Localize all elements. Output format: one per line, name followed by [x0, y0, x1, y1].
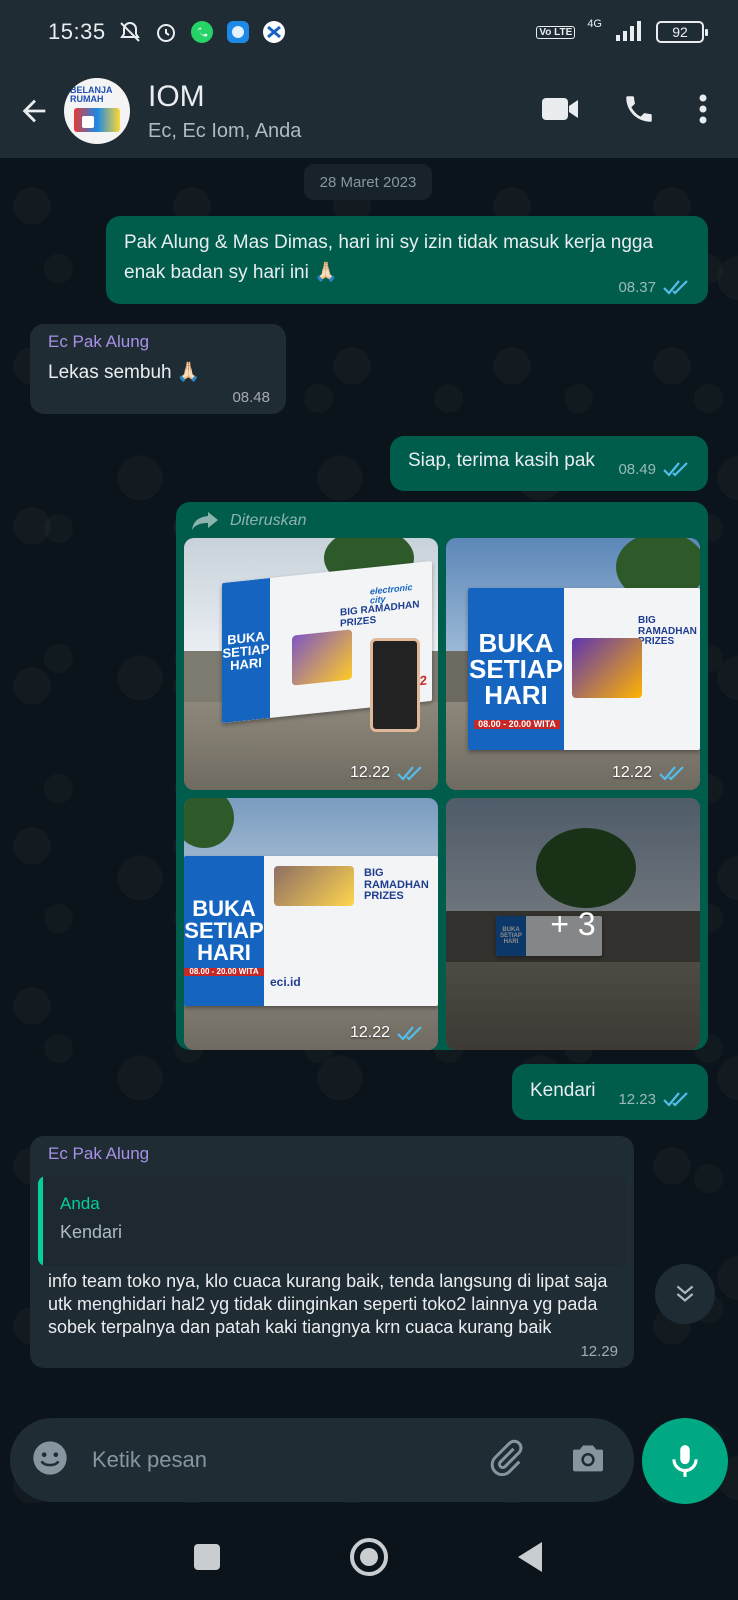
video-call-button[interactable] — [540, 94, 580, 129]
photo-thumbnail-more[interactable]: BUKA SETIAP HARI + 3 — [446, 798, 700, 1050]
banner-brand: electronic city — [370, 582, 413, 606]
message-text: info team toko nya, klo cuaca kurang bai… — [48, 1271, 608, 1337]
message-time: 08.48 — [232, 389, 270, 406]
chat-area[interactable]: 28 Maret 2023 Pak Alung & Mas Dimas, har… — [0, 158, 738, 1503]
read-ticks-icon — [397, 1026, 422, 1041]
mic-icon — [672, 1445, 698, 1477]
mute-bell-icon — [118, 20, 142, 44]
photo-time: 12.22 — [349, 764, 390, 781]
battery-indicator: 92 — [656, 21, 708, 43]
volte-badge: Vo LTE — [536, 25, 576, 39]
recent-apps-button[interactable] — [194, 1544, 220, 1570]
photo-time: 12.22 — [611, 764, 652, 781]
banner-left-text: BUKA SETIAP HARI — [222, 577, 270, 724]
quote-text: Kendari — [60, 1222, 123, 1242]
quote-author: Anda — [60, 1194, 100, 1213]
more-options-button[interactable] — [698, 93, 708, 130]
emoji-button[interactable] — [30, 1438, 70, 1483]
attach-button[interactable] — [486, 1438, 526, 1483]
attach-icon — [490, 1439, 523, 1476]
voice-message-button[interactable] — [642, 1418, 728, 1504]
outgoing-message[interactable]: Pak Alung & Mas Dimas, hari ini sy izin … — [106, 216, 708, 304]
more-photos-overlay[interactable]: + 3 — [446, 798, 700, 1050]
system-navigation-bar — [0, 1504, 738, 1600]
forwarded-photo-album[interactable]: Diteruskan BUKA SETIAP HARI BIG RAMADHAN… — [176, 502, 708, 1050]
read-ticks-icon — [659, 766, 684, 781]
back-arrow-icon — [22, 99, 46, 123]
message-composer: Ketik pesan — [10, 1418, 634, 1502]
video-call-icon — [542, 97, 578, 120]
message-time: 08.49 — [618, 460, 656, 478]
whatsapp-icon — [190, 20, 214, 44]
chat-name: IOM — [148, 79, 205, 113]
banner-title: BIG RAMADHAN PRIZES — [364, 867, 429, 903]
voice-call-button[interactable] — [622, 92, 656, 131]
more-vert-icon — [699, 94, 707, 123]
message-time: 08.37 — [618, 278, 656, 296]
scroll-to-bottom-button[interactable] — [655, 1264, 715, 1324]
message-time: 12.23 — [618, 1090, 656, 1108]
camera-button[interactable] — [568, 1438, 608, 1483]
status-time: 15:35 — [48, 19, 106, 44]
status-notification-icons — [118, 20, 286, 44]
photo-time: 12.22 — [349, 1024, 390, 1041]
outgoing-message[interactable]: Kendari 12.23 — [512, 1064, 708, 1120]
chat-members: Ec, Ec Iom, Anda — [148, 119, 302, 142]
chevron-down-icon — [676, 1285, 694, 1302]
banner-left-text: BUKA SETIAP HARI — [184, 856, 264, 1006]
chat-header: BELANJA RUMAH IOM Ec, Ec Iom, Anda — [0, 64, 738, 158]
chat-title-block[interactable]: IOM Ec, Ec Iom, Anda — [148, 80, 540, 143]
phone-icon — [626, 95, 652, 122]
avatar-logo-text: BELANJA RUMAH — [70, 85, 113, 104]
photo-thumbnail[interactable]: BUKA SETIAP HARI 08.00 - 20.00 WITA BIG … — [184, 798, 438, 1050]
incoming-reply-message[interactable]: Ec Pak Alung Anda Kendari info team toko… — [30, 1136, 634, 1368]
photo-thumbnail[interactable]: BUKA SETIAP HARI 08.00 - 20.00 WITA BIG … — [446, 538, 700, 790]
app-notification-icon — [226, 20, 250, 44]
quoted-message[interactable]: Anda Kendari — [38, 1176, 626, 1266]
alarm-icon — [154, 20, 178, 44]
read-ticks-icon — [663, 280, 688, 295]
sender-name[interactable]: Ec Pak Alung — [48, 332, 268, 352]
network-type: 4G — [587, 18, 602, 30]
banner-sub: eci.id — [270, 975, 301, 989]
message-text: Pak Alung & Mas Dimas, hari ini sy izin … — [124, 232, 654, 283]
group-avatar[interactable]: BELANJA RUMAH — [64, 78, 130, 144]
home-button[interactable] — [350, 1538, 388, 1576]
read-ticks-icon — [663, 1092, 688, 1107]
photo-thumbnail[interactable]: BUKA SETIAP HARI BIG RAMADHAN PRIZES ele… — [184, 538, 438, 790]
banner-title: BIG RAMADHAN PRIZES — [638, 615, 697, 647]
outgoing-message[interactable]: Siap, terima kasih pak 08.49 — [390, 436, 708, 491]
signal-icon — [614, 19, 644, 46]
sender-name[interactable]: Ec Pak Alung — [48, 1144, 616, 1164]
message-time: 12.29 — [580, 1343, 618, 1360]
forward-icon — [192, 512, 218, 530]
message-input[interactable]: Ketik pesan — [92, 1447, 486, 1473]
banner-hours: 08.00 - 20.00 WITA — [184, 967, 264, 977]
system-back-button[interactable] — [518, 1542, 542, 1572]
forwarded-label: Diteruskan — [190, 510, 306, 532]
camera-icon — [573, 1445, 603, 1471]
back-button[interactable] — [4, 81, 64, 141]
date-chip: 28 Maret 2023 — [304, 164, 432, 200]
xl-carrier-icon — [262, 20, 286, 44]
status-bar: 15:35 Vo LTE 4G 92 — [0, 0, 738, 64]
message-text: Lekas sembuh 🙏🏻 — [48, 362, 201, 383]
read-ticks-icon — [397, 766, 422, 781]
emoji-icon — [33, 1440, 67, 1475]
banner-hours: 08.00 - 20.00 WITA — [474, 719, 560, 730]
incoming-message[interactable]: Ec Pak Alung Lekas sembuh 🙏🏻 08.48 — [30, 324, 286, 414]
read-ticks-icon — [663, 462, 688, 477]
